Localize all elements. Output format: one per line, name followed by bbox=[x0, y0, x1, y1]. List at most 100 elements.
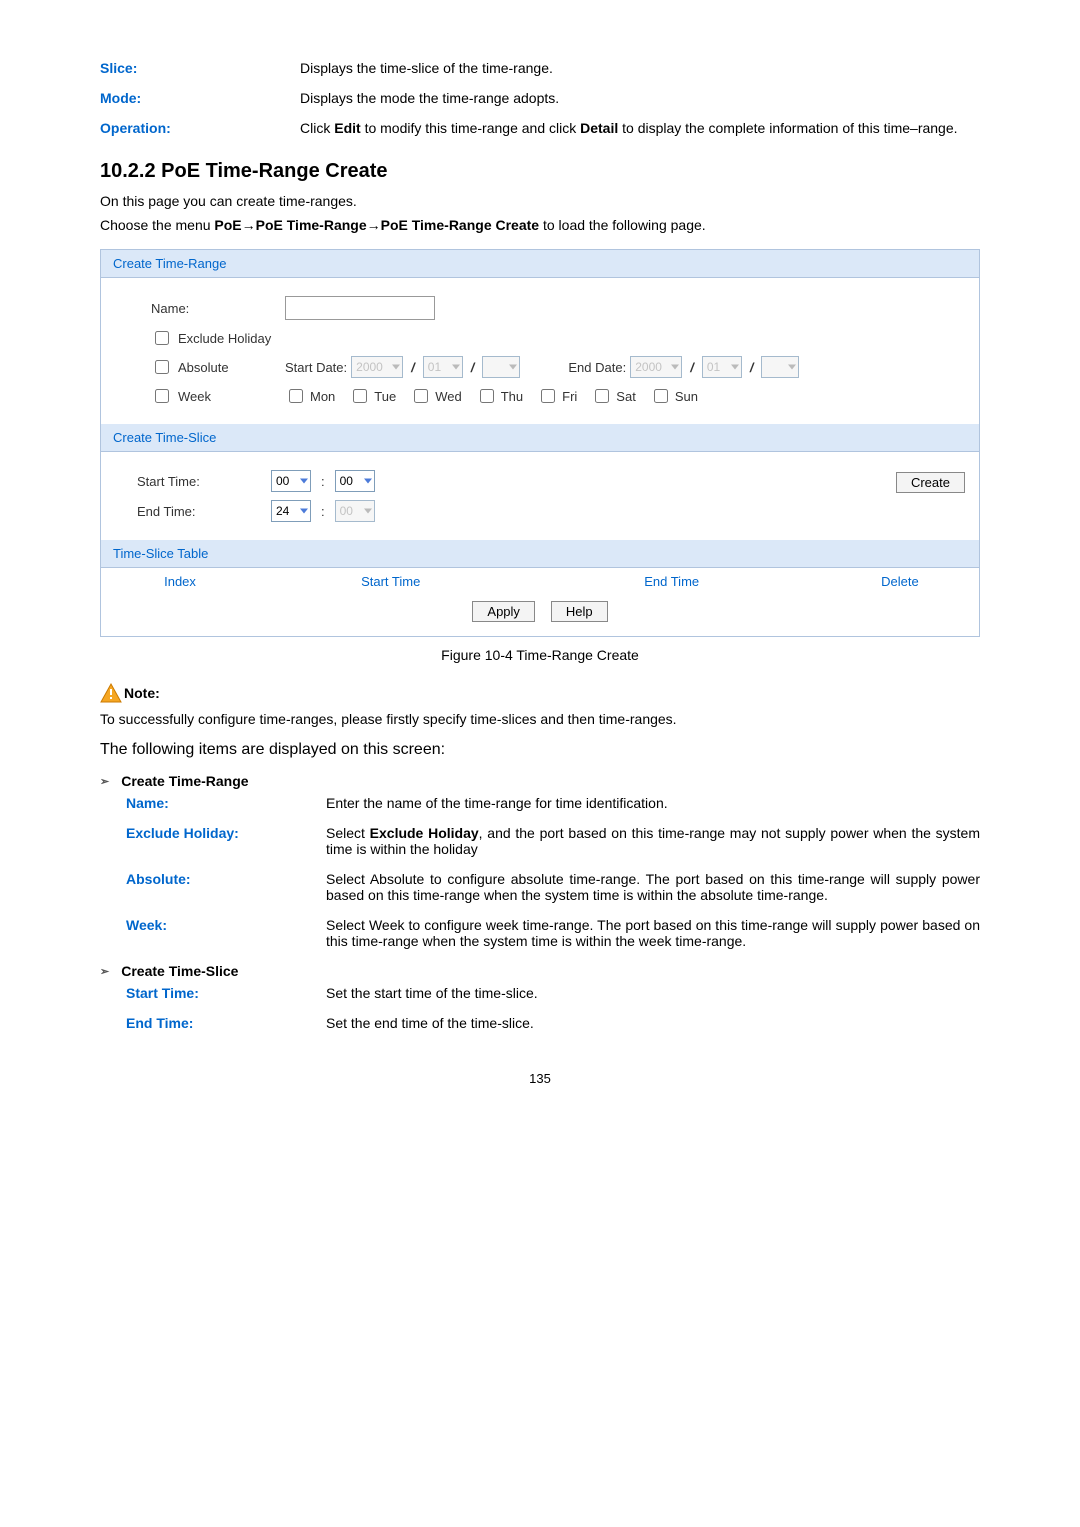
day-sun: Sun bbox=[650, 386, 698, 406]
def-label: Start Time: bbox=[126, 985, 326, 1001]
arrow-icon: ➢ bbox=[100, 775, 109, 788]
slash: / bbox=[690, 360, 694, 375]
end-hour-select[interactable]: 24 bbox=[271, 500, 311, 522]
section2-defs: Start Time: Set the start time of the ti… bbox=[100, 985, 980, 1031]
help-button[interactable]: Help bbox=[551, 601, 608, 622]
start-time-row: Start Time: 00 : 00 bbox=[119, 470, 961, 492]
def-label: Slice: bbox=[100, 60, 300, 76]
slash: / bbox=[471, 360, 475, 375]
week-checkbox[interactable] bbox=[155, 389, 169, 403]
slash: / bbox=[411, 360, 415, 375]
exclude-row: Exclude Holiday bbox=[119, 328, 961, 348]
sat-checkbox[interactable] bbox=[595, 389, 609, 403]
day-sat: Sat bbox=[591, 386, 636, 406]
bold-part: Exclude Holiday bbox=[370, 825, 479, 841]
text-part: to load the following page. bbox=[539, 217, 706, 233]
start-hour-select[interactable]: 00 bbox=[271, 470, 311, 492]
bold-detail: Detail bbox=[580, 120, 618, 136]
top-definitions: Slice: Displays the time-slice of the ti… bbox=[100, 60, 980, 136]
displayed-header: The following items are displayed on thi… bbox=[100, 741, 980, 759]
note-header: Note: bbox=[100, 683, 980, 703]
absolute-checkbox[interactable] bbox=[155, 360, 169, 374]
day-thu: Thu bbox=[476, 386, 523, 406]
def-value: Set the end time of the time-slice. bbox=[326, 1015, 980, 1031]
section-title: Create Time-Range bbox=[121, 773, 248, 789]
def-label: Operation: bbox=[100, 120, 300, 136]
slash: / bbox=[750, 360, 754, 375]
exclude-holiday-checkbox[interactable] bbox=[155, 331, 169, 345]
end-day-select[interactable] bbox=[761, 356, 799, 378]
hdr-end: End Time bbox=[522, 574, 821, 589]
wed-checkbox[interactable] bbox=[414, 389, 428, 403]
absolute-row: Absolute Start Date: 2000 / 01 / End Dat… bbox=[119, 356, 961, 378]
panel-body-create-slice: Start Time: 00 : 00 End Time: 24 : 00 Cr… bbox=[101, 452, 979, 540]
table-header-row: Index Start Time End Time Delete bbox=[101, 568, 979, 595]
note-label: Note: bbox=[124, 685, 160, 701]
end-year-select[interactable]: 2000 bbox=[630, 356, 682, 378]
def-label: End Time: bbox=[126, 1015, 326, 1031]
day-fri: Fri bbox=[537, 386, 577, 406]
warning-icon bbox=[100, 683, 122, 703]
def-value: Enter the name of the time-range for tim… bbox=[326, 795, 980, 811]
note-box: Note: To successfully configure time-ran… bbox=[100, 683, 980, 727]
def-label: Absolute: bbox=[126, 871, 326, 903]
tue-checkbox[interactable] bbox=[353, 389, 367, 403]
colon: : bbox=[321, 474, 325, 489]
panel-body-create-range: Name: Exclude Holiday Absolute Start Dat… bbox=[101, 278, 979, 424]
button-row: Apply Help bbox=[101, 595, 979, 636]
end-time-row: End Time: 24 : 00 bbox=[119, 500, 961, 522]
thu-checkbox[interactable] bbox=[480, 389, 494, 403]
name-label: Name: bbox=[151, 301, 281, 316]
start-month-select[interactable]: 01 bbox=[423, 356, 463, 378]
def-value: Displays the time-slice of the time-rang… bbox=[300, 60, 980, 76]
menu-path: Choose the menu PoE→PoE Time-Range→PoE T… bbox=[100, 217, 980, 233]
start-date-label: Start Date: bbox=[285, 360, 347, 375]
week-checkbox-label: Week bbox=[151, 386, 281, 406]
def-value: Set the start time of the time-slice. bbox=[326, 985, 980, 1001]
exclude-text: Exclude Holiday bbox=[178, 331, 271, 346]
text-part: to modify this time-range and click bbox=[361, 120, 580, 136]
apply-button[interactable]: Apply bbox=[472, 601, 535, 622]
def-value: Select Exclude Holiday, and the port bas… bbox=[326, 825, 980, 857]
name-input[interactable] bbox=[285, 296, 435, 320]
panel-header-create-slice: Create Time-Slice bbox=[101, 424, 979, 452]
name-row: Name: bbox=[119, 296, 961, 320]
def-value: Displays the mode the time-range adopts. bbox=[300, 90, 980, 106]
day-wed: Wed bbox=[410, 386, 462, 406]
start-min-select[interactable]: 00 bbox=[335, 470, 375, 492]
note-text: To successfully configure time-ranges, p… bbox=[100, 711, 980, 727]
hdr-start: Start Time bbox=[259, 574, 522, 589]
def-end-time: End Time: Set the end time of the time-s… bbox=[126, 1015, 980, 1031]
bold-path: PoE→PoE Time-Range→PoE Time-Range Create bbox=[214, 217, 539, 233]
def-value: Click Edit to modify this time-range and… bbox=[300, 120, 980, 136]
absolute-checkbox-label: Absolute bbox=[151, 357, 281, 377]
config-panel: Create Time-Range Name: Exclude Holiday … bbox=[100, 249, 980, 637]
def-absolute: Absolute: Select Absolute to configure a… bbox=[126, 871, 980, 903]
end-date-label: End Date: bbox=[568, 360, 626, 375]
def-start-time: Start Time: Set the start time of the ti… bbox=[126, 985, 980, 1001]
end-min-select[interactable]: 00 bbox=[335, 500, 375, 522]
text-part: Select bbox=[326, 825, 370, 841]
text-part: Choose the menu bbox=[100, 217, 214, 233]
panel-header-slice-table: Time-Slice Table bbox=[101, 540, 979, 568]
end-month-select[interactable]: 01 bbox=[702, 356, 742, 378]
hdr-index: Index bbox=[101, 574, 259, 589]
create-button[interactable]: Create bbox=[896, 472, 965, 493]
def-week: Week: Select Week to configure week time… bbox=[126, 917, 980, 949]
arrow-icon: ➢ bbox=[100, 965, 109, 978]
absolute-text: Absolute bbox=[178, 360, 229, 375]
start-year-select[interactable]: 2000 bbox=[351, 356, 403, 378]
text-part: to display the complete information of t… bbox=[618, 120, 957, 136]
mon-checkbox[interactable] bbox=[289, 389, 303, 403]
section-title: Create Time-Slice bbox=[121, 963, 238, 979]
section-create-range-title: ➢ Create Time-Range bbox=[100, 773, 980, 789]
fri-checkbox[interactable] bbox=[541, 389, 555, 403]
sun-checkbox[interactable] bbox=[654, 389, 668, 403]
section1-defs: Name: Enter the name of the time-range f… bbox=[100, 795, 980, 949]
colon: : bbox=[321, 504, 325, 519]
start-day-select[interactable] bbox=[482, 356, 520, 378]
section-create-slice-title: ➢ Create Time-Slice bbox=[100, 963, 980, 979]
def-mode: Mode: Displays the mode the time-range a… bbox=[100, 90, 980, 106]
def-slice: Slice: Displays the time-slice of the ti… bbox=[100, 60, 980, 76]
text-part: Click bbox=[300, 120, 334, 136]
